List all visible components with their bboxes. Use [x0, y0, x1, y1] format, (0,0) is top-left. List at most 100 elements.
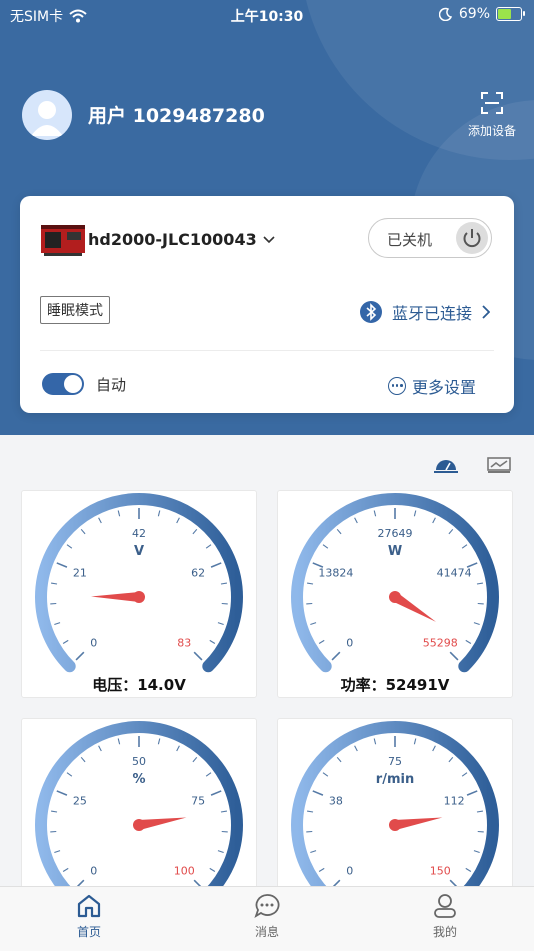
tab-messages[interactable]: 消息	[217, 893, 317, 940]
avatar[interactable]	[22, 90, 72, 140]
gauge-card: 0255075100%	[21, 718, 257, 900]
gauge-tick	[57, 563, 67, 567]
gauge-tick	[355, 518, 358, 523]
tab-profile[interactable]: 我的	[395, 893, 495, 940]
gauge-tick	[307, 583, 313, 584]
gauge-needle	[138, 817, 186, 829]
gauge-tick-label: 21	[73, 567, 87, 580]
gauge-tick-label: 55298	[423, 636, 458, 649]
gauge-unit: W	[388, 544, 402, 559]
gauge-card: 0 13824 27649 41474 55298 W 功率：52491V	[277, 490, 513, 698]
gauge-tick	[323, 545, 328, 549]
gauge-unit: V	[134, 544, 144, 559]
gauge-tick-label: 41474	[437, 567, 472, 580]
username: 用户 1029487280	[88, 101, 265, 128]
more-settings-button[interactable]: 更多设置	[388, 374, 476, 398]
bluetooth-icon	[360, 301, 382, 323]
gauge-arc	[297, 727, 493, 894]
gauge-tick	[449, 757, 453, 762]
add-device-button[interactable]: 添加设备	[460, 92, 524, 139]
gauge-hub	[133, 819, 145, 831]
gauge-tick	[63, 868, 68, 871]
battery-icon	[496, 7, 522, 21]
gauge-tick-label: 0	[346, 864, 353, 877]
gauge-tick-label: 62	[191, 567, 205, 580]
scan-icon	[481, 92, 503, 114]
gauge-tick	[57, 791, 67, 795]
gauge-tick	[374, 510, 375, 516]
gauge-tick	[206, 545, 211, 549]
gauge-tick	[433, 746, 436, 751]
gauge-tick-label: 0	[90, 636, 97, 649]
gauge-tick	[76, 652, 84, 660]
gauge-tick-label: 0	[346, 636, 353, 649]
gauge-tick	[474, 851, 480, 853]
gauge-tick-label: 38	[329, 795, 343, 808]
user-avatar-icon	[22, 90, 72, 140]
gauge-tick	[450, 652, 458, 660]
gauge-tick	[449, 529, 453, 534]
gauge-tick	[63, 640, 68, 643]
gauge-view-icon[interactable]	[434, 456, 458, 474]
gauge-tick	[177, 518, 180, 523]
gauge-tick	[337, 529, 341, 534]
gauge-tick	[221, 811, 227, 812]
sleep-mode-badge: 睡眠模式	[40, 296, 110, 324]
gauge-tick	[310, 623, 316, 625]
power-icon	[456, 222, 488, 254]
home-icon	[76, 893, 102, 919]
gauge-reading: 电压：14.0V	[22, 674, 256, 695]
gauge-tick-label: 25	[73, 795, 87, 808]
divider	[40, 350, 494, 351]
device-name: hd2000-JLC100043	[88, 230, 257, 249]
tab-home[interactable]: 首页	[39, 893, 139, 940]
gauge-tick-label: 112	[444, 795, 465, 808]
gauge-arc	[41, 727, 237, 894]
message-icon	[254, 893, 280, 919]
gauge-tick	[194, 652, 202, 660]
gauge-tick	[81, 529, 85, 534]
gauge-tick	[158, 738, 159, 744]
gauge-tick	[433, 518, 436, 523]
percent-gauge: 0255075100%	[22, 719, 256, 900]
device-selector[interactable]: hd2000-JLC100043	[88, 230, 275, 249]
gauge-tick	[319, 640, 324, 643]
gauge-tick	[466, 640, 471, 643]
gauge-tick	[99, 746, 102, 751]
gauge-tick	[210, 868, 215, 871]
bluetooth-status[interactable]: 蓝牙已连接	[360, 300, 490, 324]
power-status: 已关机	[387, 229, 432, 250]
gauge-tick	[193, 529, 197, 534]
tab-label: 我的	[433, 925, 457, 939]
gauge-tick	[210, 640, 215, 643]
gauge-tick-label: 100	[174, 864, 195, 877]
gauge-needle	[91, 592, 139, 602]
gauge-tick	[477, 811, 483, 812]
gauge-reading: 功率：52491V	[278, 674, 512, 695]
auto-toggle[interactable]	[42, 373, 84, 395]
gauge-tick	[193, 757, 197, 762]
gauge-tick-label: 13824	[318, 567, 353, 580]
gauge-tick-label: 27649	[378, 527, 413, 540]
gauge-tick	[67, 773, 72, 777]
gauge-tick-label: 75	[191, 795, 205, 808]
gauge-unit: r/min	[376, 772, 414, 787]
gauge-tick	[414, 510, 415, 516]
gauge-tick	[310, 851, 316, 853]
moon-icon	[439, 7, 453, 21]
gauge-hub	[133, 591, 145, 603]
gauge-tick	[474, 623, 480, 625]
chevron-down-icon	[263, 236, 275, 244]
gauge-tick	[323, 773, 328, 777]
gauge-tick	[118, 510, 119, 516]
power-toggle[interactable]: 已关机	[368, 218, 492, 258]
profile-icon	[432, 893, 458, 919]
chart-view-icon[interactable]	[487, 456, 511, 474]
gauge-card: 03875112150r/min	[277, 718, 513, 900]
gauge-tick	[221, 583, 227, 584]
gauge-tick	[337, 757, 341, 762]
gauge-tick-label: 50	[132, 755, 146, 768]
gauge-tick	[211, 791, 221, 795]
bluetooth-label: 蓝牙已连接	[392, 300, 472, 324]
power-button[interactable]	[456, 222, 488, 254]
